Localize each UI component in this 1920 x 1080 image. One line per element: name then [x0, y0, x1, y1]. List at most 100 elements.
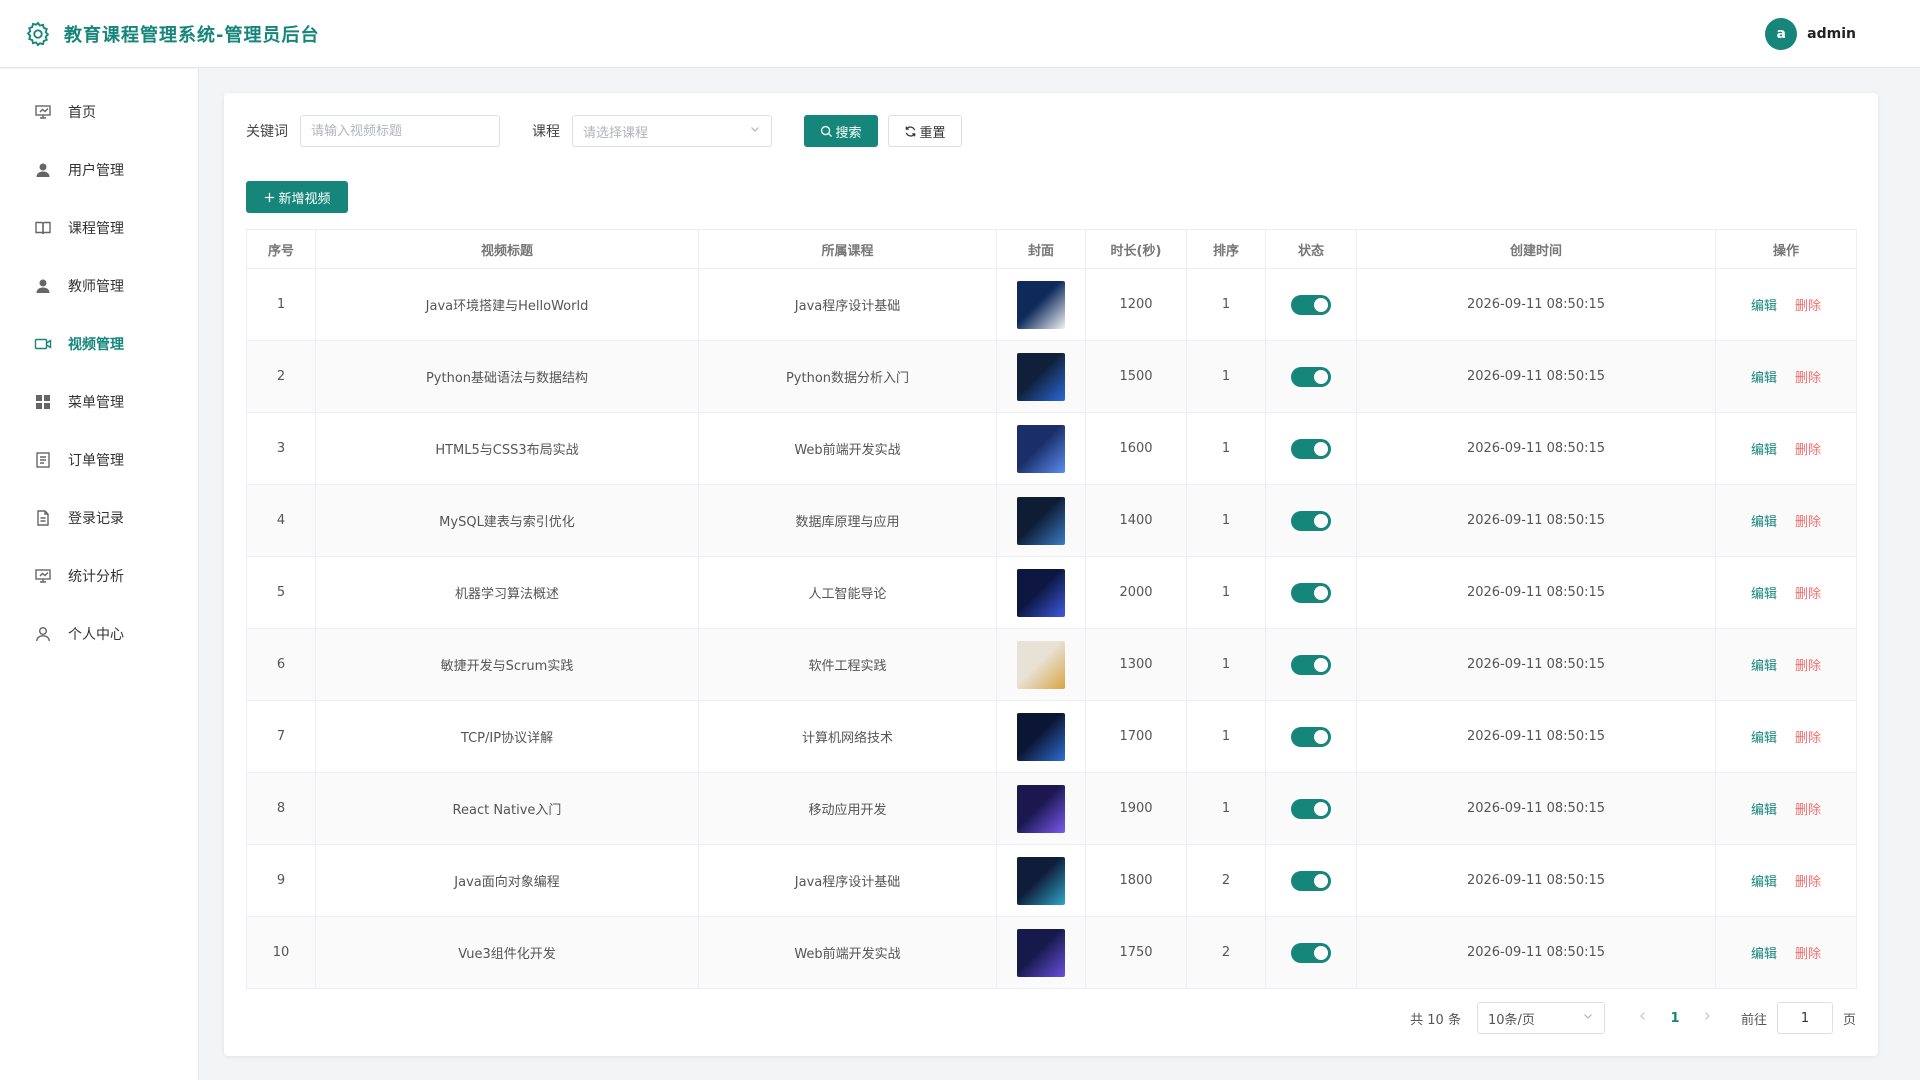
column-header: 封面 [996, 229, 1086, 269]
delete-button[interactable]: 删除 [1795, 515, 1821, 530]
delete-button[interactable]: 删除 [1795, 371, 1821, 386]
edit-button[interactable]: 编辑 [1751, 515, 1777, 530]
actions-cell: 编辑 删除 [1715, 268, 1857, 341]
edit-button[interactable]: 编辑 [1751, 875, 1777, 890]
add-video-label: 新增视频 [278, 191, 331, 207]
next-page-button[interactable] [1693, 1010, 1721, 1026]
edit-button[interactable]: 编辑 [1751, 443, 1777, 458]
course-name: Java程序设计基础 [698, 268, 997, 341]
cover-thumbnail[interactable] [1017, 712, 1065, 761]
sidebar-item-users[interactable]: 用户管理 [0, 141, 198, 199]
status-toggle[interactable] [1291, 438, 1331, 459]
edit-button[interactable]: 编辑 [1751, 803, 1777, 818]
goto-page-input[interactable] [1776, 1002, 1833, 1034]
avatar[interactable]: a [1765, 17, 1798, 50]
status-toggle[interactable] [1291, 798, 1331, 819]
sidebar-item-statistics[interactable]: 统计分析 [0, 547, 198, 605]
status-toggle[interactable] [1291, 654, 1331, 675]
status-cell [1265, 844, 1357, 917]
edit-button[interactable]: 编辑 [1751, 731, 1777, 746]
delete-button[interactable]: 删除 [1795, 731, 1821, 746]
delete-button[interactable]: 删除 [1795, 803, 1821, 818]
username[interactable]: admin [1807, 26, 1856, 42]
delete-button[interactable]: 删除 [1795, 443, 1821, 458]
cover-thumbnail[interactable] [1017, 928, 1065, 977]
cover-thumbnail[interactable] [1017, 640, 1065, 689]
edit-button[interactable]: 编辑 [1751, 299, 1777, 314]
cover-cell [996, 412, 1086, 485]
edit-button[interactable]: 编辑 [1751, 587, 1777, 602]
course-select-placeholder: 请选择课程 [583, 125, 649, 141]
cover-thumbnail[interactable] [1017, 856, 1065, 905]
user-icon [34, 161, 52, 179]
table-row: 2 Python基础语法与数据结构 Python数据分析入门 1500 1 2026-09… [246, 340, 1857, 413]
created-time: 2026-09-11 08:50:15 [1356, 916, 1716, 989]
actions-cell: 编辑 删除 [1715, 916, 1857, 989]
add-video-button[interactable]: 新增视频 [246, 181, 348, 213]
video-title: React Native入门 [315, 772, 699, 845]
status-toggle[interactable] [1291, 366, 1331, 387]
sidebar-item-login-records[interactable]: 登录记录 [0, 489, 198, 547]
row-index: 3 [246, 412, 316, 485]
actions-cell: 编辑 删除 [1715, 772, 1857, 845]
duration: 1300 [1085, 628, 1187, 701]
user-menu[interactable]: a admin [1765, 17, 1856, 50]
reset-button[interactable]: 重置 [888, 115, 962, 147]
edit-button[interactable]: 编辑 [1751, 947, 1777, 962]
page-size-select[interactable]: 10条/页 [1476, 1002, 1605, 1034]
cover-cell [996, 700, 1086, 773]
created-time: 2026-09-11 08:50:15 [1356, 628, 1716, 701]
sidebar-item-menus[interactable]: 菜单管理 [0, 373, 198, 431]
pagination: 共 10 条 10条/页 1 前往 页 [1410, 1002, 1856, 1034]
course-name: 软件工程实践 [698, 628, 997, 701]
page-number[interactable]: 1 [1657, 1011, 1693, 1026]
delete-button[interactable]: 删除 [1795, 299, 1821, 314]
cover-thumbnail[interactable] [1017, 784, 1065, 833]
status-toggle[interactable] [1291, 942, 1331, 963]
search-button-label: 搜索 [835, 125, 862, 141]
status-toggle[interactable] [1291, 294, 1331, 315]
duration: 2000 [1085, 556, 1187, 629]
keyword-input[interactable] [300, 115, 500, 147]
row-index: 4 [246, 484, 316, 557]
created-time: 2026-09-11 08:50:15 [1356, 700, 1716, 773]
cover-thumbnail[interactable] [1017, 496, 1065, 545]
status-toggle[interactable] [1291, 510, 1331, 531]
sidebar-item-home[interactable]: 首页 [0, 83, 198, 141]
video-icon [34, 335, 52, 353]
column-header: 操作 [1715, 229, 1857, 269]
cover-thumbnail[interactable] [1017, 568, 1065, 617]
row-index: 2 [246, 340, 316, 413]
delete-button[interactable]: 删除 [1795, 875, 1821, 890]
cover-thumbnail[interactable] [1017, 424, 1065, 473]
column-header: 所属课程 [698, 229, 997, 269]
cover-thumbnail[interactable] [1017, 352, 1065, 401]
sidebar-item-videos[interactable]: 视频管理 [0, 315, 198, 373]
sidebar-item-label: 教师管理 [68, 279, 124, 295]
sidebar-item-courses[interactable]: 课程管理 [0, 199, 198, 257]
delete-button[interactable]: 删除 [1795, 659, 1821, 674]
status-toggle[interactable] [1291, 870, 1331, 891]
search-button[interactable]: 搜索 [804, 115, 878, 147]
delete-button[interactable]: 删除 [1795, 947, 1821, 962]
sort-order: 2 [1186, 916, 1266, 989]
delete-button[interactable]: 删除 [1795, 587, 1821, 602]
status-toggle[interactable] [1291, 726, 1331, 747]
edit-button[interactable]: 编辑 [1751, 659, 1777, 674]
goto-label: 前往 [1740, 1012, 1767, 1028]
table-row: 7 TCP/IP协议详解 计算机网络技术 1700 1 2026-09-11 08:50:… [246, 700, 1857, 773]
status-cell [1265, 412, 1357, 485]
plus-icon [265, 192, 275, 202]
cover-thumbnail[interactable] [1017, 280, 1065, 329]
course-select[interactable]: 请选择课程 [572, 115, 772, 147]
sidebar-item-profile[interactable]: 个人中心 [0, 605, 198, 663]
duration: 1400 [1085, 484, 1187, 557]
edit-button[interactable]: 编辑 [1751, 371, 1777, 386]
prev-page-button[interactable] [1629, 1010, 1657, 1026]
sidebar-item-orders[interactable]: 订单管理 [0, 431, 198, 489]
sidebar-item-teachers[interactable]: 教师管理 [0, 257, 198, 315]
column-header: 状态 [1265, 229, 1357, 269]
video-title: HTML5与CSS3布局实战 [315, 412, 699, 485]
status-toggle[interactable] [1291, 582, 1331, 603]
sort-order: 1 [1186, 700, 1266, 773]
